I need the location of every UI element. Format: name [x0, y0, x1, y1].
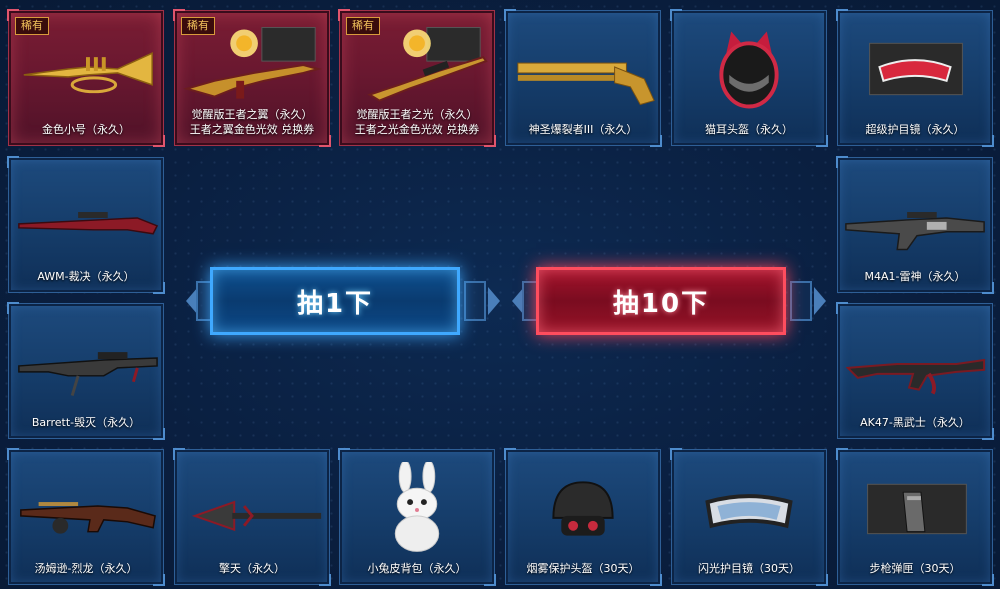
- ak47-rifle-icon: [838, 316, 992, 406]
- prize-name: M4A1-雷神（永久）: [864, 270, 966, 283]
- barrett-rifle-icon: [9, 316, 163, 406]
- prize-name: 猫耳头盔（永久）: [705, 123, 793, 136]
- prize-name: 神圣爆裂者III（永久）: [528, 123, 638, 136]
- prize-name: 小兔皮背包（永久）: [367, 562, 467, 575]
- prize-slot-flash-goggles[interactable]: 闪光护目镜（30天）: [670, 448, 828, 586]
- prize-slot-super-goggles[interactable]: 超级护目镜（永久）: [836, 9, 994, 147]
- red-goggles-icon: [838, 23, 992, 113]
- draw-one-button[interactable]: 抽1下: [210, 267, 460, 335]
- m4a1-rifle-icon: [838, 170, 992, 260]
- prize-name: 超级护目镜（永久）: [865, 123, 965, 136]
- gas-helmet-icon: [506, 462, 660, 552]
- chevron-right-icon: [488, 287, 500, 315]
- cat-ear-helmet-icon: [672, 23, 826, 113]
- prize-slot-thompson[interactable]: 汤姆逊-烈龙（永久）: [7, 448, 165, 586]
- prize-name: 擎天（永久）: [219, 562, 285, 575]
- chevron-right-icon: [814, 287, 826, 315]
- prize-name: 闪光护目镜（30天）: [698, 562, 800, 575]
- prize-slot-golden-wing[interactable]: 稀有 觉醒版王者之翼（永久） 王者之翼金色光效 兑换券: [173, 9, 331, 147]
- spear-icon: [175, 462, 329, 552]
- prize-name-line2: 王者之光金色光效 兑换券: [354, 123, 480, 136]
- button-frame-right: [790, 281, 812, 321]
- prize-slot-rifle-magazine[interactable]: 步枪弹匣（30天）: [836, 448, 994, 586]
- prize-slot-cat-helmet[interactable]: 猫耳头盔（永久）: [670, 9, 828, 147]
- thompson-smg-icon: [9, 462, 163, 552]
- prize-slot-gold-trumpet[interactable]: 稀有 金色小号（永久）: [7, 9, 165, 147]
- prize-name: 觉醒版王者之光（永久） 王者之光金色光效 兑换券: [340, 107, 494, 137]
- prize-slot-ak47[interactable]: AK47-黑武士（永久）: [836, 302, 994, 440]
- prize-name-line2: 王者之翼金色光效 兑换券: [189, 123, 315, 136]
- prize-name: 觉醒版王者之翼（永久） 王者之翼金色光效 兑换券: [175, 107, 329, 137]
- prize-name: 汤姆逊-烈龙（永久）: [34, 562, 138, 575]
- draw-ten-button[interactable]: 抽10下: [536, 267, 786, 335]
- gold-shotgun-icon: [506, 23, 660, 113]
- golden-wing-rifle-icon: [175, 23, 329, 113]
- prize-slot-m4a1[interactable]: M4A1-雷神（永久）: [836, 156, 994, 294]
- golden-light-sniper-icon: [340, 23, 494, 113]
- prize-slot-holy-burster[interactable]: 神圣爆裂者III（永久）: [504, 9, 662, 147]
- prize-name: 烟雾保护头盔（30天）: [526, 562, 640, 575]
- prize-slot-gas-helmet[interactable]: 烟雾保护头盔（30天）: [504, 448, 662, 586]
- flash-goggles-icon: [672, 462, 826, 552]
- prize-name: Barrett-毁灭（永久）: [31, 416, 141, 429]
- prize-name: AK47-黑武士（永久）: [860, 416, 970, 429]
- prize-name: AWM-裁决（永久）: [37, 270, 135, 283]
- awm-rifle-icon: [9, 170, 163, 260]
- prize-slot-qingtian[interactable]: 擎天（永久）: [173, 448, 331, 586]
- prize-name: 步枪弹匣（30天）: [869, 562, 961, 575]
- prize-name-line1: 觉醒版王者之光（永久）: [356, 108, 478, 121]
- prize-slot-bunny-backpack[interactable]: 小兔皮背包（永久）: [338, 448, 496, 586]
- prize-name: 金色小号（永久）: [42, 123, 130, 136]
- gold-trumpet-icon: [9, 23, 163, 113]
- prize-slot-barrett[interactable]: Barrett-毁灭（永久）: [7, 302, 165, 440]
- prize-name-line1: 觉醒版王者之翼（永久）: [191, 108, 313, 121]
- prize-slot-golden-light[interactable]: 稀有 觉醒版王者之光（永久） 王者之光金色光效 兑换券: [338, 9, 496, 147]
- bunny-backpack-icon: [340, 460, 494, 552]
- rifle-magazine-icon: [838, 462, 992, 552]
- prize-slot-awm[interactable]: AWM-裁决（永久）: [7, 156, 165, 294]
- button-frame-right: [464, 281, 486, 321]
